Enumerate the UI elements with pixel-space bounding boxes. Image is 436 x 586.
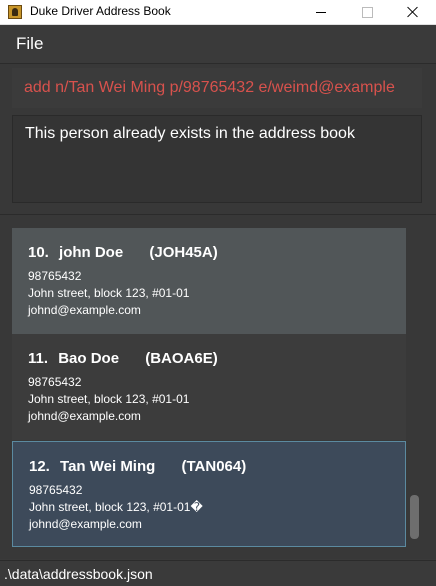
maximize-icon	[361, 6, 373, 18]
card-header: 11. Bao Doe (BAOA6E)	[28, 350, 390, 367]
save-location: .\data\addressbook.json	[4, 566, 153, 582]
result-display[interactable]: This person already exists in the addres…	[12, 115, 422, 203]
person-list-panel: 10. john Doe (JOH45A) 98765432 John stre…	[0, 214, 436, 559]
app-window: Duke Driver Address Book File This perso…	[0, 0, 436, 586]
card-index: 10.	[28, 244, 49, 261]
person-card[interactable]: 10. john Doe (JOH45A) 98765432 John stre…	[12, 228, 406, 334]
close-button[interactable]	[390, 0, 436, 24]
close-icon	[407, 6, 419, 18]
title-bar[interactable]: Duke Driver Address Book	[0, 0, 436, 25]
card-header: 12. Tan Wei Ming (TAN064)	[29, 458, 389, 475]
command-box-panel	[0, 63, 436, 112]
person-card-selected[interactable]: 12. Tan Wei Ming (TAN064) 98765432 John …	[12, 441, 406, 547]
card-tag: (JOH45A)	[149, 244, 218, 261]
card-address: John street, block 123, #01-01	[28, 392, 190, 406]
card-header: 10. john Doe (JOH45A)	[28, 244, 390, 261]
card-address: John street, block 123, #01-01	[28, 286, 190, 300]
maximize-button[interactable]	[344, 0, 390, 24]
card-address: John street, block 123, #01-01�	[29, 500, 203, 514]
person-list[interactable]: 10. john Doe (JOH45A) 98765432 John stre…	[12, 223, 422, 553]
scrollbar-thumb[interactable]	[410, 495, 419, 539]
card-email: johnd@example.com	[28, 409, 141, 423]
status-bar: .\data\addressbook.json	[0, 560, 436, 586]
card-phone: 98765432	[28, 269, 82, 283]
card-email: johnd@example.com	[28, 303, 141, 317]
card-index: 11.	[28, 350, 49, 367]
command-input[interactable]	[12, 68, 422, 108]
card-phone: 98765432	[28, 375, 82, 389]
card-index: 12.	[29, 458, 50, 475]
menu-bar: File	[0, 25, 436, 63]
card-name: john Doe	[59, 244, 124, 261]
card-email: johnd@example.com	[29, 517, 142, 531]
address-book-icon	[8, 5, 22, 19]
result-display-panel: This person already exists in the addres…	[0, 111, 436, 214]
card-name: Tan Wei Ming	[60, 458, 156, 475]
person-card[interactable]: 11. Bao Doe (BAOA6E) 98765432 John stree…	[12, 334, 406, 440]
card-phone: 98765432	[29, 483, 83, 497]
minimize-button[interactable]	[298, 0, 344, 24]
minimize-icon	[316, 11, 326, 13]
card-tag: (TAN064)	[181, 458, 247, 475]
menu-file[interactable]: File	[16, 34, 43, 54]
window-title: Duke Driver Address Book	[30, 4, 171, 18]
card-tag: (BAOA6E)	[145, 350, 218, 367]
card-name: Bao Doe	[58, 350, 120, 367]
